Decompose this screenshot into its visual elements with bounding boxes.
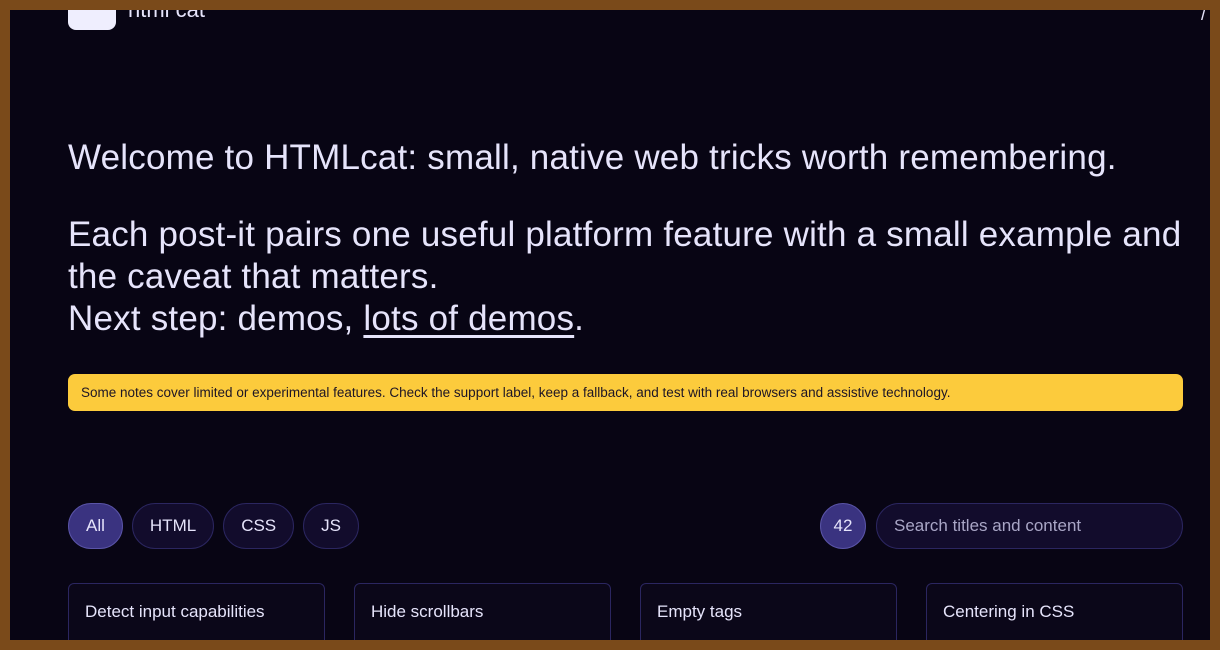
support-notice: Some notes cover limited or experimental…	[68, 374, 1183, 411]
notice-text: Some notes cover limited or experimental…	[81, 385, 951, 400]
post-card-title: Empty tags	[657, 602, 743, 621]
intro-period: .	[574, 299, 585, 338]
demos-link[interactable]: lots of demos	[363, 299, 574, 338]
search-input[interactable]	[876, 503, 1183, 549]
hero-headline: Welcome to HTMLcat: small, native web tr…	[68, 138, 1117, 177]
post-card[interactable]: Centering in CSS	[926, 583, 1183, 640]
post-card[interactable]: Empty tags	[640, 583, 897, 640]
intro-text: Each post-it pairs one useful platform f…	[68, 215, 1182, 296]
brand-link[interactable]: html cat	[68, 10, 205, 30]
filter-chips: All HTML CSS JS	[68, 503, 359, 549]
filter-css-button[interactable]: CSS	[223, 503, 295, 549]
filter-js-button[interactable]: JS	[303, 503, 359, 549]
logo-icon	[68, 10, 116, 30]
post-grid: Detect input capabilities Hide scrollbar…	[68, 583, 1183, 640]
post-card-title: Detect input capabilities	[85, 602, 265, 621]
post-card[interactable]: Detect input capabilities	[68, 583, 325, 640]
post-card-title: Hide scrollbars	[371, 602, 484, 621]
hero-intro: Each post-it pairs one useful platform f…	[68, 214, 1188, 340]
nav-mark[interactable]: /	[1201, 10, 1206, 25]
intro-next-step: Next step: demos,	[68, 299, 364, 338]
filter-all-button[interactable]: All	[68, 503, 123, 549]
page-viewport: html cat / Welcome to HTMLcat: small, na…	[10, 10, 1210, 640]
results-count-badge: 42	[820, 503, 866, 549]
post-card-title: Centering in CSS	[943, 602, 1075, 621]
filter-html-button[interactable]: HTML	[131, 503, 215, 549]
post-card[interactable]: Hide scrollbars	[354, 583, 611, 640]
brand-name: html cat	[128, 10, 205, 23]
